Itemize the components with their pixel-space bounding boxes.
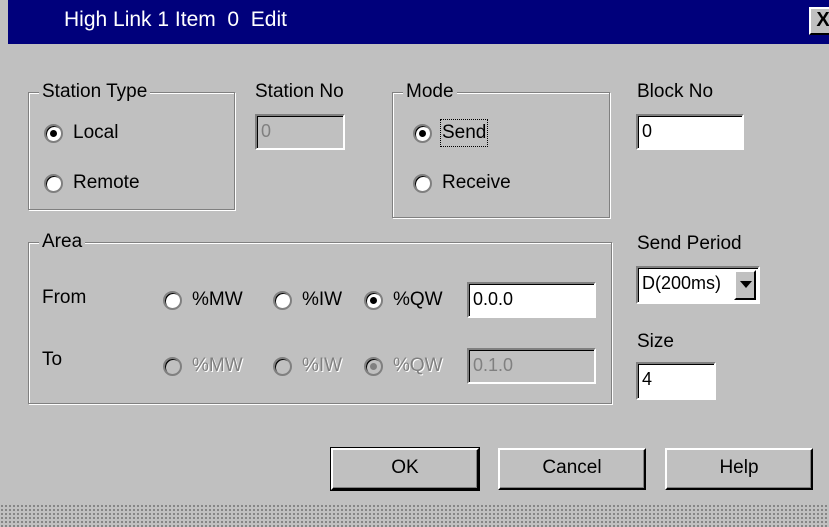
background-pattern-strip [0,504,829,527]
radio-checked-icon [44,123,63,143]
radio-checked-icon [364,356,383,376]
radio-label: Local [73,122,119,143]
window-title: High Link 1 Item 0 Edit [64,8,287,31]
mode-group: Mode [392,81,610,218]
cancel-button[interactable]: Cancel [498,448,646,490]
station-type-legend: Station Type [39,81,151,103]
radio-unchecked-icon [163,290,182,310]
radio-label: %MW [192,289,243,310]
send-period-select[interactable]: D(200ms) [636,266,760,304]
ok-button[interactable]: OK [330,447,480,491]
radio-unchecked-icon [44,173,63,193]
radio-unchecked-icon [413,173,432,193]
from-iw-radio[interactable]: %IW [273,288,342,312]
send-period-value: D(200ms) [642,273,722,293]
mode-receive-radio[interactable]: Receive [413,171,511,195]
area-to-label: To [42,349,63,370]
station-type-local-radio[interactable]: Local [44,121,118,145]
mode-legend: Mode [403,81,457,103]
title-bar: High Link 1 Item 0 Edit X [8,0,829,44]
close-icon[interactable]: X [809,7,829,35]
from-address-field[interactable]: 0.0.0 [467,282,596,318]
radio-label: %IW [302,289,343,310]
mode-send-radio[interactable]: Send [413,119,489,147]
from-mw-radio[interactable]: %MW [163,288,243,312]
to-address-field: 0.1.0 [467,348,596,384]
from-qw-radio[interactable]: %QW [364,288,443,312]
radio-label: Send [439,119,489,147]
size-label: Size [637,331,674,352]
radio-label: %QW [393,289,443,310]
radio-unchecked-icon [273,356,292,376]
radio-label: Receive [442,172,511,193]
block-no-field[interactable]: 0 [636,114,744,150]
radio-label: %IW [302,355,343,376]
radio-checked-icon [364,290,383,310]
help-button[interactable]: Help [665,448,813,490]
radio-checked-icon [413,123,432,143]
to-iw-radio: %IW [273,354,342,378]
size-field[interactable]: 4 [636,362,716,400]
to-qw-radio: %QW [364,354,443,378]
station-no-field: 0 [255,114,345,150]
station-no-label: Station No [255,81,344,102]
area-legend: Area [39,231,86,253]
block-no-label: Block No [637,81,714,102]
radio-unchecked-icon [273,290,292,310]
radio-label: %MW [192,355,243,376]
radio-label: %QW [393,355,443,376]
area-from-label: From [42,287,87,308]
radio-unchecked-icon [163,356,182,376]
station-type-remote-radio[interactable]: Remote [44,171,140,195]
chevron-down-icon[interactable] [734,270,756,300]
to-mw-radio: %MW [163,354,243,378]
radio-label: Remote [73,172,140,193]
send-period-label: Send Period [637,233,742,254]
